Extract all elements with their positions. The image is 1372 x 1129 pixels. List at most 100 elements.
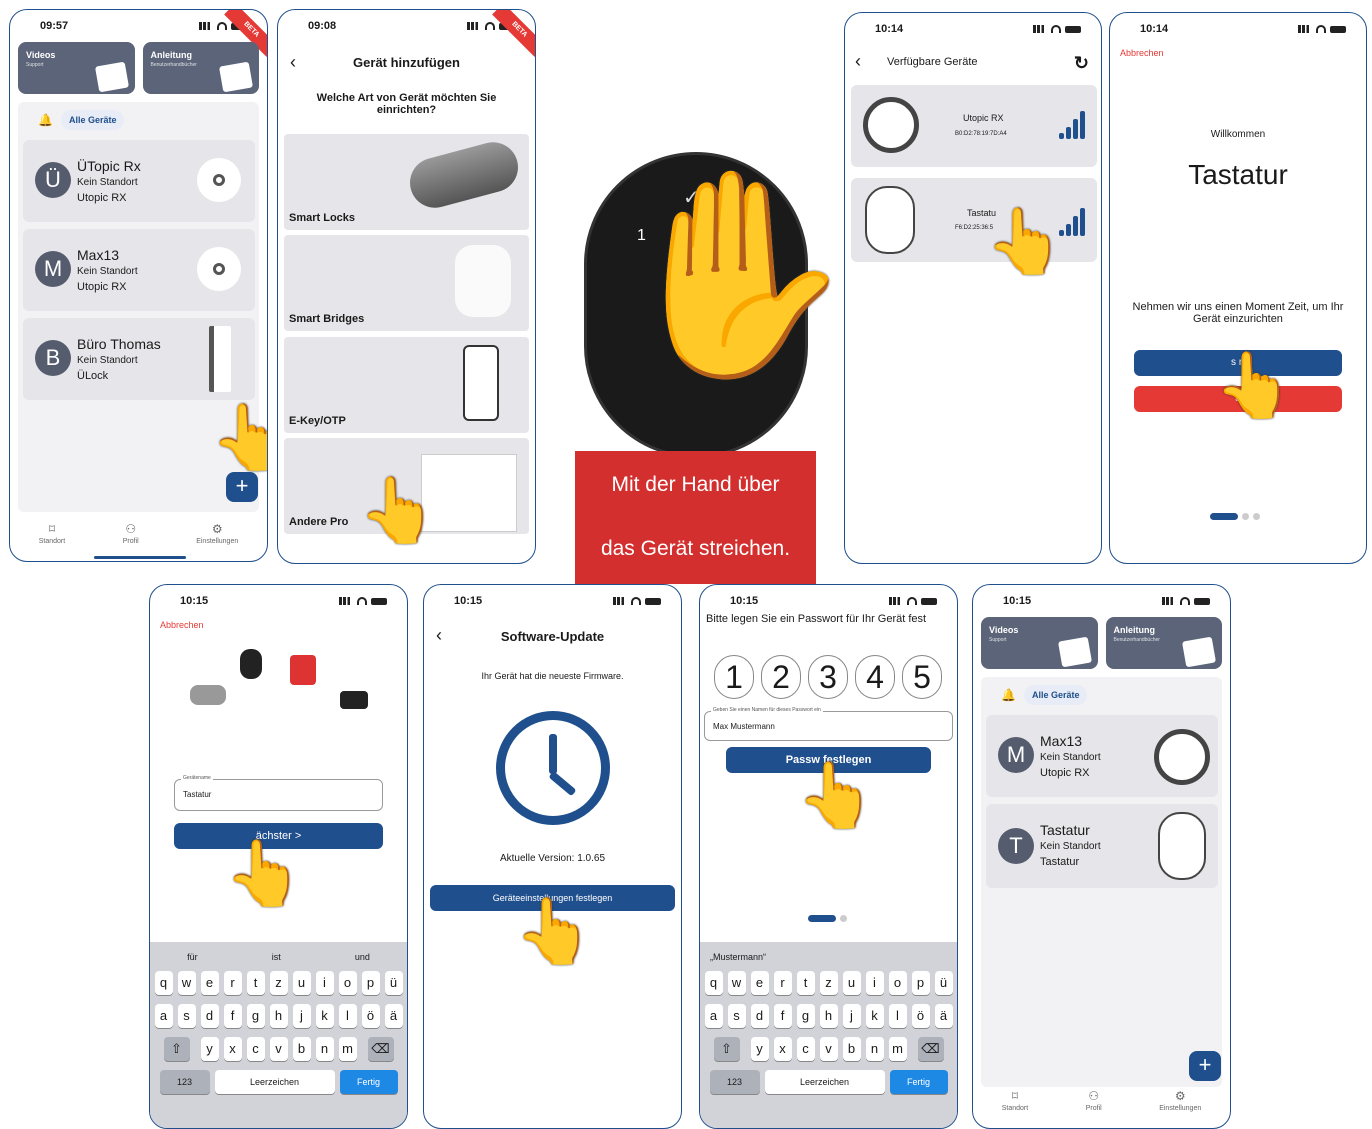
key[interactable]: d	[200, 1004, 219, 1028]
tab-location[interactable]: ⌑ Standort	[39, 522, 65, 545]
device-card-1[interactable]: M Max13 Kein Standort Utopic RX	[986, 715, 1218, 797]
key[interactable]: ä	[384, 1004, 403, 1028]
suggestion[interactable]: „Mustermann“	[710, 952, 766, 962]
numbers-key[interactable]: 123	[159, 1070, 210, 1094]
key[interactable]: w	[177, 971, 196, 995]
suggestion[interactable]: ist	[272, 952, 281, 962]
key[interactable]: c	[246, 1037, 265, 1061]
device-card-1[interactable]: Ü ÜTopic Rx Kein Standort Utopic RX	[23, 140, 255, 222]
backspace-key[interactable]: ⌫	[917, 1037, 944, 1061]
type-smart-locks[interactable]: Smart Locks	[284, 134, 529, 230]
key[interactable]: s	[727, 1004, 746, 1028]
key[interactable]: w	[727, 971, 746, 995]
key[interactable]: m	[338, 1037, 357, 1061]
key[interactable]: t	[796, 971, 815, 995]
key[interactable]: q	[154, 971, 173, 995]
space-key[interactable]: Leerzeichen	[214, 1070, 335, 1094]
device-card-2[interactable]: M Max13 Kein Standort Utopic RX	[23, 229, 255, 311]
key[interactable]: e	[200, 971, 219, 995]
bell-icon[interactable]: 🔔	[38, 113, 53, 127]
videos-card[interactable]: Videos Support	[18, 42, 135, 94]
device-card-2[interactable]: T Tastatur Kein Standort Tastatur	[986, 804, 1218, 888]
key[interactable]: h	[819, 1004, 838, 1028]
key[interactable]: g	[796, 1004, 815, 1028]
suggestion[interactable]: für	[187, 952, 198, 962]
shift-key[interactable]: ⇧	[163, 1037, 190, 1061]
tab-settings[interactable]: ⚙ Einstellungen	[196, 522, 238, 545]
add-device-button[interactable]: +	[226, 472, 258, 502]
key[interactable]: d	[750, 1004, 769, 1028]
tab-settings[interactable]: ⚙ Einstellungen	[1159, 1089, 1201, 1112]
videos-card[interactable]: Videos Support	[981, 617, 1098, 669]
available-device-1[interactable]: Utopic RX B0:D2:78:19:7D:A4	[851, 85, 1097, 167]
refresh-icon[interactable]: ↻	[1074, 53, 1089, 74]
space-key[interactable]: Leerzeichen	[764, 1070, 885, 1094]
key[interactable]: ä	[934, 1004, 953, 1028]
key[interactable]: z	[269, 971, 288, 995]
suggestion[interactable]: und	[355, 952, 370, 962]
key[interactable]: z	[819, 971, 838, 995]
key[interactable]: p	[911, 971, 930, 995]
done-key[interactable]: Fertig	[339, 1070, 398, 1094]
key[interactable]: e	[750, 971, 769, 995]
key[interactable]: o	[338, 971, 357, 995]
tab-profile[interactable]: ⚇ Profil	[123, 522, 139, 545]
backspace-key[interactable]: ⌫	[367, 1037, 394, 1061]
key[interactable]: p	[361, 971, 380, 995]
key[interactable]: x	[773, 1037, 792, 1061]
key[interactable]: u	[842, 971, 861, 995]
key[interactable]: s	[177, 1004, 196, 1028]
key[interactable]: i	[865, 971, 884, 995]
key[interactable]: v	[269, 1037, 288, 1061]
tab-location[interactable]: ⌑ Standort	[1002, 1089, 1028, 1112]
key[interactable]: u	[292, 971, 311, 995]
filter-all-devices[interactable]: Alle Geräte	[60, 110, 125, 130]
key[interactable]: y	[200, 1037, 219, 1061]
key[interactable]: m	[888, 1037, 907, 1061]
key[interactable]: b	[292, 1037, 311, 1061]
cancel-link[interactable]: Abbrechen	[160, 620, 204, 630]
device-card-3[interactable]: B Büro Thomas Kein Standort ÜLock	[23, 318, 255, 400]
key[interactable]: o	[888, 971, 907, 995]
key[interactable]: q	[704, 971, 723, 995]
manual-card[interactable]: Anleitung Benutzerhandbücher	[142, 42, 259, 94]
key[interactable]: f	[773, 1004, 792, 1028]
key[interactable]: n	[865, 1037, 884, 1061]
key[interactable]: ü	[934, 971, 953, 995]
key[interactable]: l	[338, 1004, 357, 1028]
manual-card[interactable]: Anleitung Benutzerhandbücher	[1105, 617, 1222, 669]
key[interactable]: a	[704, 1004, 723, 1028]
key[interactable]: t	[246, 971, 265, 995]
key[interactable]: r	[773, 971, 792, 995]
tab-profile[interactable]: ⚇ Profil	[1086, 1089, 1102, 1112]
key[interactable]: f	[223, 1004, 242, 1028]
done-key[interactable]: Fertig	[889, 1070, 948, 1094]
key[interactable]: c	[796, 1037, 815, 1061]
key[interactable]: ü	[384, 971, 403, 995]
key[interactable]: i	[315, 971, 334, 995]
key[interactable]: g	[246, 1004, 265, 1028]
key[interactable]: l	[888, 1004, 907, 1028]
add-device-button[interactable]: +	[1189, 1051, 1221, 1081]
key[interactable]: j	[292, 1004, 311, 1028]
bell-icon[interactable]: 🔔	[1001, 688, 1016, 702]
cancel-link[interactable]: Abbrechen	[1120, 48, 1164, 58]
filter-all-devices[interactable]: Alle Geräte	[1023, 685, 1088, 705]
key[interactable]: a	[154, 1004, 173, 1028]
key[interactable]: v	[819, 1037, 838, 1061]
key[interactable]: b	[842, 1037, 861, 1061]
key[interactable]: k	[315, 1004, 334, 1028]
key[interactable]: j	[842, 1004, 861, 1028]
device-name-field[interactable]: Gerätename Tastatur	[174, 775, 383, 811]
type-ekey-otp[interactable]: E-Key/OTP	[284, 337, 529, 433]
key[interactable]: n	[315, 1037, 334, 1061]
key[interactable]: ö	[911, 1004, 930, 1028]
key[interactable]: x	[223, 1037, 242, 1061]
key[interactable]: h	[269, 1004, 288, 1028]
shift-key[interactable]: ⇧	[713, 1037, 740, 1061]
numbers-key[interactable]: 123	[709, 1070, 760, 1094]
key[interactable]: k	[865, 1004, 884, 1028]
key[interactable]: r	[223, 971, 242, 995]
type-smart-bridges[interactable]: Smart Bridges	[284, 235, 529, 331]
key[interactable]: y	[750, 1037, 769, 1061]
